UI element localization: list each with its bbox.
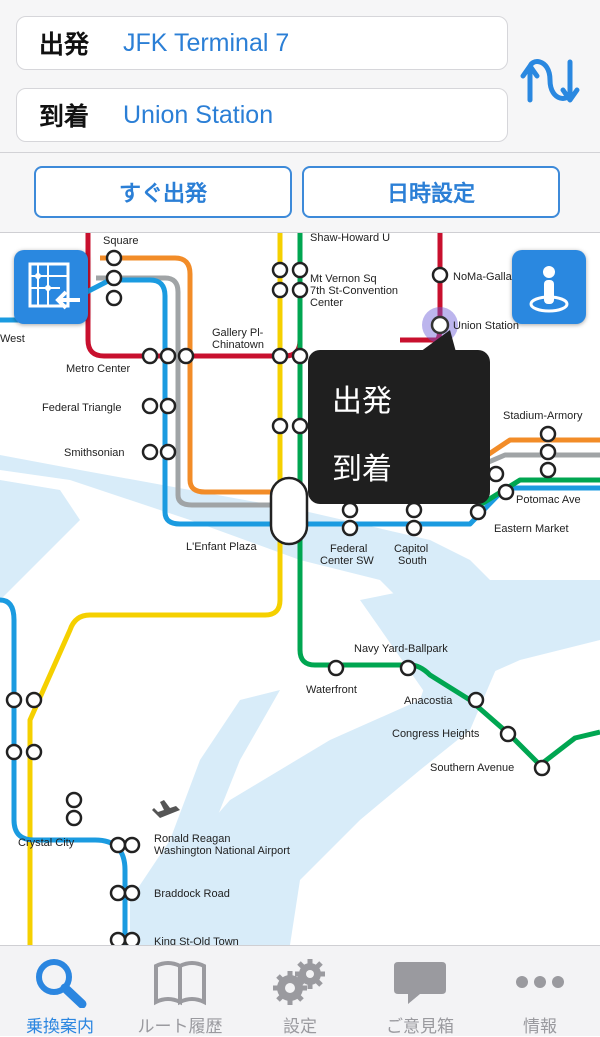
tab-label: 乗換案内 (26, 1017, 94, 1037)
station-anacostia[interactable]: Anacostia (404, 695, 453, 707)
station-mt-vernon-line3: Center (310, 297, 343, 309)
station-mt-vernon-line2: 7th St-Convention (310, 285, 398, 297)
popover-set-destination[interactable]: 到着 (332, 444, 392, 488)
station-potomac[interactable]: Potomac Ave (516, 494, 581, 506)
destination-value[interactable]: Union Station (123, 101, 273, 130)
station-stadium[interactable]: Stadium-Armory (503, 410, 583, 422)
station-shaw[interactable]: Shaw-Howard U (310, 233, 390, 244)
gear-icon (273, 959, 325, 1005)
station-gallery-line1[interactable]: Gallery Pl- (212, 327, 264, 339)
station-southern[interactable]: Southern Avenue (430, 762, 514, 774)
metro-map-canvas[interactable]: Square Shaw-Howard U West NoMa-Gallaudet… (0, 233, 600, 945)
tab-label: ご意見箱 (386, 1017, 454, 1037)
station-kingst[interactable]: King St-Old Town (154, 936, 239, 945)
speech-bubble-icon (394, 962, 446, 1004)
station-lenfant[interactable]: L'Enfant Plaza (186, 541, 257, 553)
divider (0, 152, 600, 153)
subway-map[interactable]: Square Shaw-Howard U West NoMa-Gallaudet… (0, 233, 600, 945)
station-federal-sw-line2: Center SW (320, 555, 374, 567)
book-icon (154, 961, 206, 1006)
tab-route-history[interactable]: ルート履歴 (120, 946, 240, 1037)
station-west[interactable]: West (0, 333, 25, 345)
station-eastern[interactable]: Eastern Market (494, 523, 569, 535)
more-dots-icon (516, 976, 564, 988)
station-reagan-line1[interactable]: Ronald Reagan (154, 833, 230, 845)
search-icon (36, 959, 87, 1008)
route-header: 出発 JFK Terminal 7 到着 Union Station すぐ出発 … (0, 0, 600, 233)
station-mt-vernon-line1[interactable]: Mt Vernon Sq (310, 273, 377, 285)
swap-route-icon[interactable] (520, 54, 580, 110)
tab-feedback[interactable]: ご意見箱 (360, 946, 480, 1037)
station-congress[interactable]: Congress Heights (392, 728, 480, 740)
popover-set-origin[interactable]: 出発 (332, 376, 392, 420)
airplane-icon (152, 800, 180, 818)
station-navy-yard[interactable]: Navy Yard-Ballpark (354, 643, 448, 655)
station-braddock[interactable]: Braddock Road (154, 888, 230, 900)
station-gallery-line2: Chinatown (212, 339, 264, 351)
tab-label: 設定 (283, 1017, 317, 1037)
station-metro-center[interactable]: Metro Center (66, 363, 131, 375)
tab-label: ルート履歴 (137, 1017, 223, 1037)
station-smithsonian[interactable]: Smithsonian (64, 447, 125, 459)
station-federal-triangle[interactable]: Federal Triangle (42, 402, 122, 414)
station-capitol-south-line1[interactable]: Capitol (394, 543, 428, 555)
depart-now-button[interactable]: すぐ出発 (34, 166, 292, 218)
station-union[interactable]: Union Station (453, 320, 519, 332)
origin-label: 出発 (39, 30, 90, 59)
popover-arrow (420, 330, 456, 352)
station-popover: 出発 到着 (308, 330, 490, 504)
station-waterfront[interactable]: Waterfront (306, 684, 357, 696)
destination-field[interactable]: 到着 Union Station (16, 88, 508, 142)
set-datetime-button[interactable]: 日時設定 (302, 166, 560, 218)
station-square[interactable]: Square (103, 235, 138, 247)
map-route-icon (28, 262, 80, 310)
tab-settings[interactable]: 設定 (240, 946, 360, 1037)
origin-value[interactable]: JFK Terminal 7 (123, 29, 289, 58)
current-location-button[interactable] (512, 250, 586, 324)
station-federal-sw-line1[interactable]: Federal (330, 543, 367, 555)
tab-bar: 乗換案内 ルート履歴 設定 ご意見箱 情報 (0, 945, 600, 1037)
tab-label: 情報 (523, 1017, 557, 1037)
station-crystal[interactable]: Crystal City (18, 837, 75, 849)
station-reagan-line2: Washington National Airport (154, 845, 290, 857)
destination-label: 到着 (39, 102, 90, 131)
route-map-button[interactable] (14, 250, 88, 324)
location-pin-icon (529, 266, 569, 313)
origin-field[interactable]: 出発 JFK Terminal 7 (16, 16, 508, 70)
station-capitol-south-line2: South (398, 555, 427, 567)
tab-info[interactable]: 情報 (480, 946, 600, 1037)
tab-route-search[interactable]: 乗換案内 (0, 946, 120, 1037)
